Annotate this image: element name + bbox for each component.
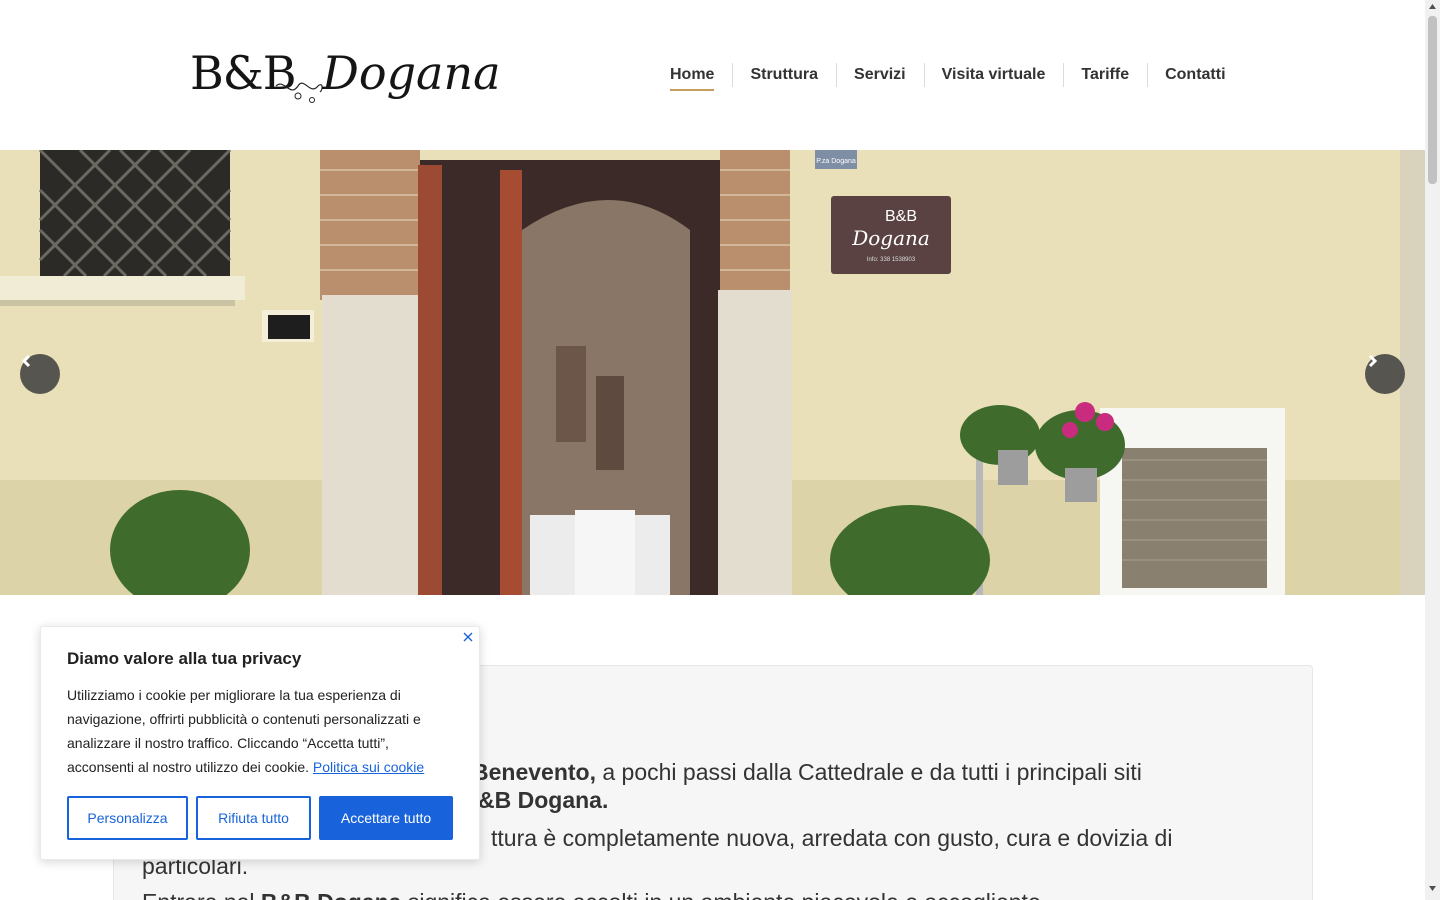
plaque-info: Info: 338 1538903 (867, 257, 916, 263)
site-logo[interactable]: B&B Dogana (190, 42, 501, 112)
page-scrollbar[interactable] (1425, 0, 1440, 900)
nav-item-struttura[interactable]: Struttura (732, 62, 836, 88)
nav-item-contatti[interactable]: Contatti (1147, 62, 1243, 88)
intro-text-3a: Entrare nel (142, 889, 261, 900)
nav-item-home[interactable]: Home (652, 62, 732, 91)
hero-image: P.za Dogana B&B Dogana Info: 338 1538903 (0, 150, 1425, 595)
chevron-right-icon (1368, 354, 1378, 368)
nav-item-tariffe[interactable]: Tariffe (1063, 62, 1147, 88)
intro-text-1: a pochi passi dalla Cattedrale e da tutt… (595, 759, 1142, 785)
main-nav: Home Struttura Servizi Visita virtuale T… (652, 62, 1244, 91)
reject-all-button[interactable]: Rifiuta tutto (196, 796, 311, 840)
close-icon[interactable] (461, 630, 475, 644)
cookie-banner: Diamo valore alla tua privacy Utilizziam… (40, 626, 480, 860)
intro-text-3b: significa essere accolti in un ambiente … (401, 889, 1047, 900)
accept-all-button[interactable]: Accettare tutto (319, 796, 453, 840)
intro-bold-city: Benevento, (472, 759, 596, 785)
site-header: B&B Dogana Home Struttura Servizi Visita… (0, 0, 1425, 150)
plaque-line1: B&B (885, 208, 917, 225)
slider-next-button[interactable] (1365, 354, 1405, 394)
intro-bold-name: &B Dogana. (478, 787, 609, 813)
intro-bold-name-2: B&B Dogana (261, 889, 402, 900)
cookie-policy-link[interactable]: Politica sui cookie (313, 759, 424, 775)
hero-slider: P.za Dogana B&B Dogana Info: 338 1538903 (0, 150, 1425, 595)
intro-paragraph-3: Entrare nel B&B Dogana significa essere … (142, 888, 1262, 900)
street-sign-text: P.za Dogana (816, 158, 856, 165)
logo-swirl-icon (275, 82, 323, 103)
cookie-title: Diamo valore alla tua privacy (67, 649, 302, 668)
chevron-left-icon (21, 354, 31, 368)
slider-prev-button[interactable] (20, 354, 60, 394)
scroll-down-icon[interactable] (1429, 886, 1436, 892)
nav-item-servizi[interactable]: Servizi (836, 62, 924, 88)
nav-item-visita-virtuale[interactable]: Visita virtuale (923, 62, 1064, 88)
cookie-description: Utilizziamo i cookie per migliorare la t… (67, 683, 447, 779)
scroll-up-icon[interactable] (1429, 4, 1436, 10)
scroll-thumb[interactable] (1428, 16, 1437, 184)
customize-button[interactable]: Personalizza (67, 796, 188, 840)
plaque-line2: Dogana (851, 226, 930, 250)
logo-text-right: Dogana (322, 46, 501, 100)
